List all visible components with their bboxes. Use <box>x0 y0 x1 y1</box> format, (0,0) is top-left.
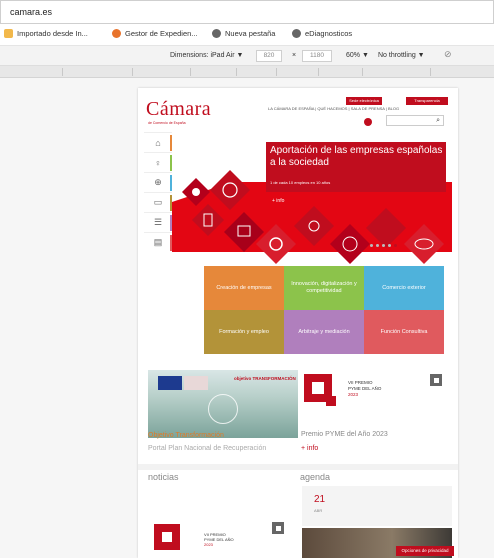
search-input[interactable]: ⌕ <box>386 115 444 126</box>
camara-logo[interactable]: Cámara <box>146 98 211 121</box>
carousel-dot[interactable] <box>376 244 379 247</box>
monitor-icon: ▭ <box>153 197 163 207</box>
privacy-options-button[interactable]: Opciones de privacidad <box>396 546 454 556</box>
rotate-icon[interactable]: ⊘ <box>444 49 452 60</box>
zoom-select[interactable]: 60% ▼ <box>346 52 369 59</box>
hero-more-link[interactable]: + info <box>272 198 284 204</box>
device-select[interactable]: Dimensions: iPad Air ▼ <box>170 52 243 59</box>
sidebar-item-home[interactable]: ⌂ <box>144 132 172 152</box>
news-pyme-card[interactable]: VII PREMIO PYME DEL AÑO 2023 <box>148 516 296 558</box>
agenda-date[interactable]: 21 ABR <box>302 486 452 526</box>
section-divider <box>138 464 458 470</box>
lightbulb-icon: ♀ <box>154 157 162 168</box>
search-icon[interactable]: ⌕ <box>436 117 440 125</box>
tile-comercio-exterior[interactable]: Comercio exterior <box>364 266 444 310</box>
sidebar-item-ideas[interactable]: ♀ <box>144 152 172 172</box>
globe-icon <box>292 29 301 38</box>
news-caption[interactable]: Objetivo Transformación <box>148 432 224 439</box>
mini-pyme-text: VII PREMIO PYME DEL AÑO 2023 <box>204 532 234 547</box>
transparencia-button[interactable]: Transparencia <box>406 97 448 105</box>
carousel-dot-active[interactable] <box>394 244 397 247</box>
height-input[interactable]: 1180 <box>302 50 332 62</box>
pyme-title[interactable]: Premio PYME del Año 2023 <box>301 431 388 438</box>
sidebar-menu: ⌂ ♀ ⊕ ▭ ☰ ▤ <box>138 132 172 258</box>
gov-flag-icon <box>184 376 208 390</box>
home-icon: ⌂ <box>155 137 161 148</box>
hero-title: Aportación de las empresas españolas a l… <box>270 145 443 168</box>
sidebar-item-mediation[interactable]: ☰ <box>144 212 172 232</box>
news-heading: noticias <box>148 472 179 482</box>
logo-subtitle: de Comercio de España <box>148 121 186 125</box>
emulated-page: Cámara de Comercio de España Sede electr… <box>138 88 458 558</box>
language-flag-icon[interactable] <box>364 118 372 126</box>
tile-formacion-empleo[interactable]: Formación y empleo <box>204 310 284 354</box>
sede-electronica-button[interactable]: Sede electrónica <box>346 97 382 105</box>
pyme-more-link[interactable]: + info <box>301 445 318 452</box>
tile-funcion-consultiva[interactable]: Función Consultiva <box>364 310 444 354</box>
hero-card: Aportación de las empresas españolas a l… <box>266 142 446 192</box>
hero-banner[interactable]: Aportación de las empresas españolas a l… <box>172 132 452 272</box>
hero-subtitle: 1 de cada 10 empleos en 10 años <box>270 180 331 185</box>
bookmark-ediagnosticos[interactable]: eDiagnosticos <box>292 29 352 38</box>
agenda-heading: agenda <box>300 472 331 482</box>
pyme-award-card[interactable]: VII PREMIO PYME DEL AÑO 2023 <box>302 370 452 430</box>
people-icon: ☰ <box>153 217 163 227</box>
carousel-dots[interactable] <box>370 244 397 247</box>
globe-icon <box>212 29 221 38</box>
carousel-dot[interactable] <box>388 244 391 247</box>
pyme-logo-graphic <box>304 374 442 406</box>
bookmark-nueva-pestana[interactable]: Nueva pestaña <box>212 29 275 38</box>
carousel-dot[interactable] <box>382 244 385 247</box>
agenda-day: 21 <box>314 494 326 505</box>
pyme-badge: VII PREMIO PYME DEL AÑO 2023 <box>348 380 382 397</box>
document-icon: ▤ <box>153 237 163 247</box>
category-tiles: Creación de empresas Innovación, digital… <box>204 266 446 354</box>
news-image-text: objetivo TRANSFORMACIÓN <box>234 376 296 381</box>
sidebar-item-international[interactable]: ⊕ <box>144 172 172 192</box>
news-image[interactable]: objetivo TRANSFORMACIÓN <box>148 370 298 438</box>
news-subcaption[interactable]: Portal Plan Nacional de Recuperación <box>148 445 266 452</box>
tile-arbitraje-mediacion[interactable]: Arbitraje y mediación <box>284 310 364 354</box>
address-bar[interactable]: camara.es <box>0 0 494 24</box>
bookmark-gestor[interactable]: Gestor de Expedien... <box>112 29 198 38</box>
url-text: camara.es <box>10 7 53 17</box>
bookmark-imported[interactable]: Importado desde In... <box>4 29 88 38</box>
tile-innovacion[interactable]: Innovación, digitalización y competitivi… <box>284 266 364 310</box>
bookmarks-bar: Importado desde In... Gestor de Expedien… <box>0 24 494 46</box>
top-navigation[interactable]: LA CÁMARA DE ESPAÑA | QUÉ HACEMOS | SALA… <box>268 106 399 111</box>
globe-icon: ⊕ <box>154 177 162 187</box>
decorative-circle <box>208 394 238 424</box>
folder-icon <box>4 29 13 38</box>
media-query-ruler <box>0 66 494 78</box>
gestor-icon <box>112 29 121 38</box>
agenda-month: ABR <box>314 508 323 513</box>
carousel-dot[interactable] <box>370 244 373 247</box>
sidebar-item-consultation[interactable]: ▤ <box>144 232 172 252</box>
eu-flag-icon <box>158 376 182 390</box>
throttle-select[interactable]: No throttling ▼ <box>378 52 425 59</box>
width-input[interactable]: 820 <box>256 50 282 62</box>
dimension-separator: × <box>292 52 297 59</box>
device-toolbar: Dimensions: iPad Air ▼ 820 × 1180 60% ▼ … <box>0 46 494 66</box>
tile-creacion-empresas[interactable]: Creación de empresas <box>204 266 284 310</box>
sidebar-item-training[interactable]: ▭ <box>144 192 172 212</box>
